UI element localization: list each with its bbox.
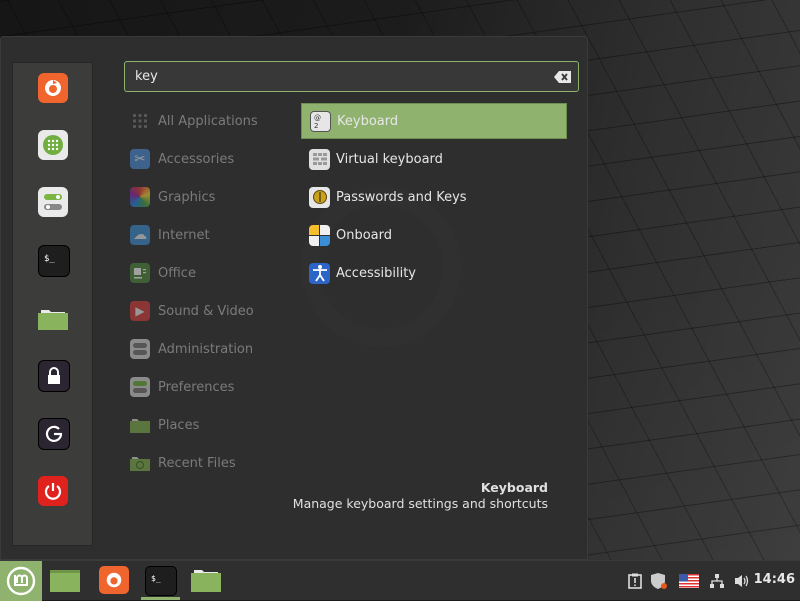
terminal-icon: $_ bbox=[44, 254, 55, 264]
result-label: Passwords and Keys bbox=[336, 189, 467, 205]
recent-folder-icon bbox=[130, 453, 150, 473]
category-label: Office bbox=[158, 265, 196, 281]
svg-text:@: @ bbox=[314, 114, 321, 122]
category-administration[interactable]: Administration bbox=[130, 337, 253, 361]
cloud-icon: ☁ bbox=[130, 225, 150, 245]
tray-network[interactable] bbox=[708, 571, 726, 591]
scissors-icon: ✂ bbox=[130, 149, 150, 169]
category-label: Accessories bbox=[158, 151, 235, 167]
firefox-icon bbox=[45, 80, 61, 96]
result-accessibility[interactable]: Accessibility bbox=[301, 255, 567, 291]
category-graphics[interactable]: Graphics bbox=[130, 185, 215, 209]
power-icon bbox=[44, 483, 62, 500]
tray-notifications[interactable] bbox=[627, 571, 643, 591]
category-label: Recent Files bbox=[158, 455, 236, 471]
lock-icon bbox=[48, 367, 60, 384]
result-label: Keyboard bbox=[337, 113, 399, 129]
description-title: Keyboard bbox=[480, 480, 548, 495]
settings-toggle-icon bbox=[44, 194, 62, 210]
favorite-quit[interactable] bbox=[38, 476, 68, 506]
category-label: Places bbox=[158, 417, 200, 433]
taskbar: $_ 14:46 bbox=[0, 560, 800, 601]
result-virtual-keyboard[interactable]: Virtual keyboard bbox=[301, 141, 567, 177]
favorite-lock-screen[interactable] bbox=[38, 360, 70, 392]
search-box bbox=[124, 61, 579, 92]
passwords-keys-icon bbox=[309, 186, 330, 208]
category-label: Administration bbox=[158, 341, 254, 357]
clock[interactable]: 14:46 bbox=[754, 572, 795, 587]
taskbar-firefox[interactable] bbox=[99, 566, 129, 594]
category-label: Sound & Video bbox=[158, 303, 254, 319]
clipboard-alert-icon bbox=[628, 573, 642, 589]
result-label: Accessibility bbox=[336, 265, 416, 281]
accessibility-icon bbox=[309, 262, 330, 284]
volume-icon bbox=[735, 575, 749, 587]
category-recent-files[interactable]: Recent Files bbox=[130, 451, 236, 475]
preferences-toggle-icon bbox=[130, 377, 150, 397]
category-office[interactable]: Office bbox=[130, 261, 196, 285]
folder-icon bbox=[38, 310, 68, 330]
favorites-sidebar: $_ bbox=[12, 62, 93, 546]
search-input[interactable] bbox=[125, 61, 554, 92]
result-onboard[interactable]: Onboard bbox=[301, 217, 567, 253]
app-description: Keyboard Manage keyboard settings and sh… bbox=[293, 480, 548, 512]
software-manager-icon bbox=[43, 135, 63, 155]
favorite-system-settings[interactable] bbox=[38, 187, 68, 217]
category-all-applications[interactable]: All Applications bbox=[130, 109, 258, 133]
favorite-files[interactable] bbox=[38, 303, 68, 333]
virtual-keyboard-icon bbox=[309, 148, 330, 170]
favorite-software-manager[interactable] bbox=[38, 130, 68, 160]
grid-icon bbox=[130, 111, 150, 131]
favorite-logout[interactable] bbox=[38, 418, 70, 450]
favorite-firefox[interactable] bbox=[38, 73, 68, 103]
linux-mint-logo-icon bbox=[6, 566, 36, 596]
category-places[interactable]: Places bbox=[130, 413, 199, 437]
result-label: Onboard bbox=[336, 227, 393, 243]
favorite-terminal[interactable]: $_ bbox=[38, 245, 70, 277]
category-accessories[interactable]: ✂ Accessories bbox=[130, 147, 234, 171]
shield-icon bbox=[651, 573, 667, 589]
svg-text:$_: $_ bbox=[151, 574, 161, 583]
network-icon bbox=[710, 574, 724, 588]
category-label: Internet bbox=[158, 227, 210, 243]
result-passwords-and-keys[interactable]: Passwords and Keys bbox=[301, 179, 567, 215]
category-internet[interactable]: ☁ Internet bbox=[130, 223, 210, 247]
description-text: Manage keyboard settings and shortcuts bbox=[292, 496, 548, 511]
graphics-icon bbox=[130, 187, 150, 207]
office-icon bbox=[130, 263, 150, 283]
taskbar-files[interactable] bbox=[191, 566, 221, 594]
us-flag-icon bbox=[679, 574, 699, 588]
menu-button[interactable] bbox=[0, 561, 42, 601]
onboard-icon bbox=[309, 224, 330, 246]
firefox-icon bbox=[106, 572, 122, 588]
tray-volume[interactable] bbox=[733, 571, 751, 591]
admin-toggle-icon bbox=[130, 339, 150, 359]
taskbar-terminal[interactable]: $_ bbox=[145, 566, 177, 596]
taskbar-show-desktop[interactable] bbox=[50, 566, 80, 594]
tray-update-manager[interactable] bbox=[650, 571, 668, 591]
category-label: All Applications bbox=[158, 113, 258, 129]
play-icon: ▶ bbox=[130, 301, 150, 321]
svg-text:$_: $_ bbox=[44, 254, 55, 264]
svg-text:2: 2 bbox=[314, 122, 318, 130]
clear-search-icon[interactable] bbox=[554, 70, 572, 84]
folder-icon bbox=[191, 570, 221, 592]
logout-icon bbox=[45, 425, 63, 442]
category-preferences[interactable]: Preferences bbox=[130, 375, 234, 399]
folder-icon bbox=[130, 415, 150, 435]
category-label: Preferences bbox=[158, 379, 235, 395]
category-sound-video[interactable]: ▶ Sound & Video bbox=[130, 299, 254, 323]
desktop-icon bbox=[50, 570, 80, 592]
category-label: Graphics bbox=[158, 189, 216, 205]
keyboard-icon: @2 bbox=[310, 110, 331, 132]
terminal-icon: $_ bbox=[151, 574, 161, 583]
tray-keyboard-layout[interactable] bbox=[678, 571, 700, 591]
result-label: Virtual keyboard bbox=[336, 151, 443, 167]
result-keyboard[interactable]: @2 Keyboard bbox=[301, 103, 567, 139]
